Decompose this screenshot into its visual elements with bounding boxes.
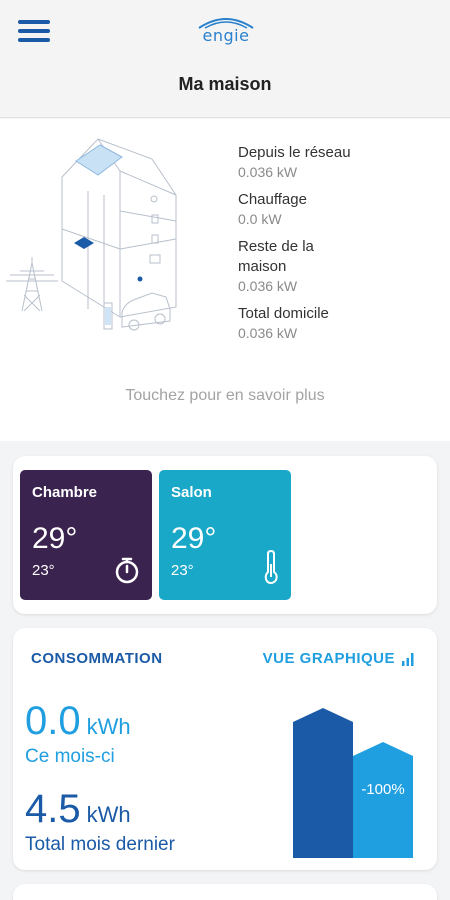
room-temperature: 29° bbox=[32, 522, 78, 555]
energy-item-heating: Chauffage 0.0 kW bbox=[238, 190, 438, 228]
hamburger-menu-icon[interactable] bbox=[18, 20, 50, 44]
house-illustration bbox=[6, 138, 177, 331]
this-month-bar bbox=[353, 742, 413, 858]
energy-label: Reste de la maison bbox=[238, 238, 314, 275]
energy-label: Chauffage bbox=[238, 191, 307, 208]
energy-label: Total domicile bbox=[238, 305, 329, 322]
change-percent-label: -100% bbox=[361, 781, 404, 798]
thermometer-icon bbox=[264, 550, 278, 584]
energy-label: Depuis le réseau bbox=[238, 144, 351, 161]
last-month-value: 4.5 bbox=[25, 787, 81, 831]
energy-list: Depuis le réseau 0.036 kW Chauffage 0.0 … bbox=[238, 143, 438, 351]
tap-more-link[interactable]: Touchez pour en savoir plus bbox=[0, 387, 450, 405]
consumption-card: CONSOMMATION VUE GRAPHIQUE 0.0 kWh Ce moi… bbox=[13, 628, 437, 870]
room-tile-salon[interactable]: Salon 29° 23° bbox=[159, 470, 291, 600]
bar-chart-icon bbox=[402, 652, 414, 666]
engie-logo: engie bbox=[195, 16, 257, 45]
energy-item-total: Total domicile 0.036 kW bbox=[238, 304, 438, 342]
house-overview[interactable]: Depuis le réseau 0.036 kW Chauffage 0.0 … bbox=[0, 119, 450, 441]
room-tile-chambre[interactable]: Chambre 29° 23° bbox=[20, 470, 152, 600]
this-month-value: 0.0 bbox=[25, 699, 81, 743]
this-month-unit: kWh bbox=[86, 714, 131, 739]
energy-value: 0.036 kW bbox=[238, 325, 298, 341]
next-card bbox=[13, 884, 437, 900]
room-setpoint: 23° bbox=[171, 562, 194, 579]
last-month-bar bbox=[293, 708, 353, 858]
room-temperature: 29° bbox=[171, 522, 217, 555]
top-bar: engie Ma maison bbox=[0, 0, 450, 118]
last-month-unit: kWh bbox=[86, 802, 131, 827]
last-month-label: Total mois dernier bbox=[25, 834, 175, 855]
energy-value: 0.036 kW bbox=[238, 164, 298, 180]
room-name: Salon bbox=[171, 484, 212, 501]
timer-icon bbox=[115, 557, 139, 584]
energy-item-rest-of-house: Reste de la maison 0.036 kW bbox=[238, 237, 438, 295]
graph-view-label: VUE GRAPHIQUE bbox=[262, 650, 395, 667]
energy-value: 0.036 kW bbox=[238, 278, 298, 294]
this-month-value-row: 0.0 kWh bbox=[25, 700, 131, 748]
rooms-card: Chambre 29° 23° Salon 29° 23° bbox=[13, 456, 437, 614]
room-name: Chambre bbox=[32, 484, 98, 501]
consumption-title: CONSOMMATION bbox=[31, 650, 163, 667]
logo-text: engie bbox=[202, 26, 250, 45]
energy-item-grid: Depuis le réseau 0.036 kW bbox=[238, 143, 438, 181]
this-month-label: Ce mois-ci bbox=[25, 746, 115, 767]
room-setpoint: 23° bbox=[32, 562, 55, 579]
graph-view-link[interactable]: VUE GRAPHIQUE bbox=[263, 650, 415, 667]
page-title: Ma maison bbox=[178, 74, 272, 94]
last-month-value-row: 4.5 kWh bbox=[25, 788, 131, 836]
consumption-comparison-chart: -100% bbox=[293, 708, 413, 858]
energy-value: 0.0 kW bbox=[238, 211, 282, 227]
